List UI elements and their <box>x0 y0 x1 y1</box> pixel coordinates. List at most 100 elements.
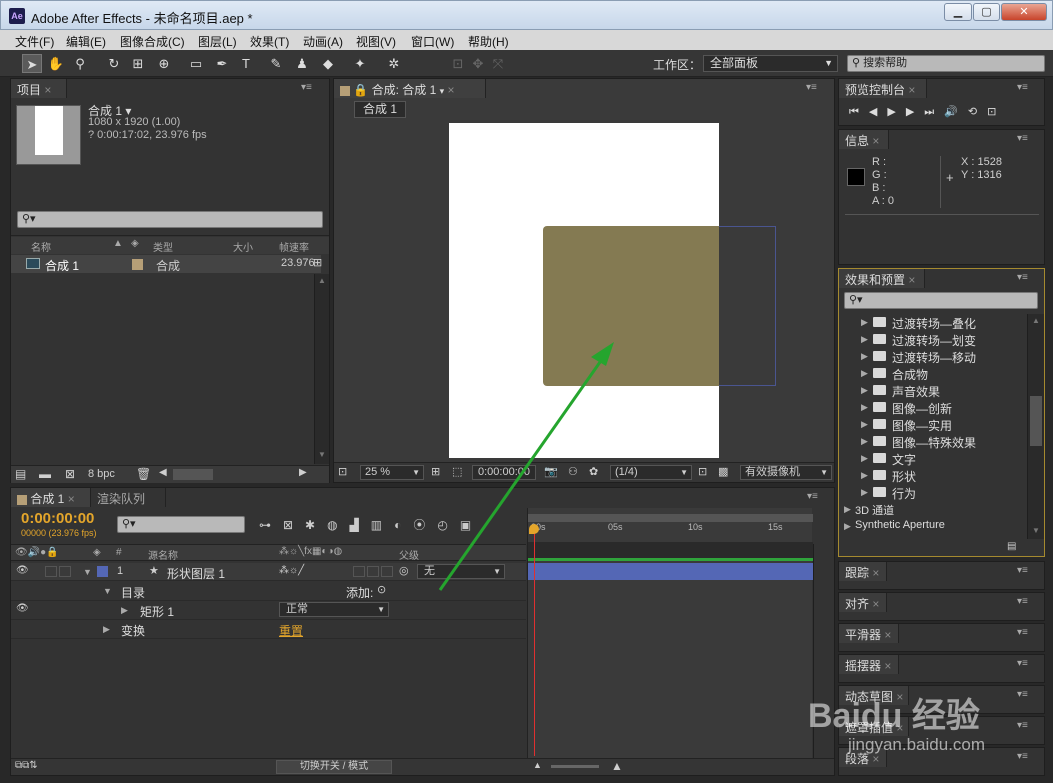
expand-arrow-icon[interactable]: ▶ <box>861 385 868 396</box>
effects-item[interactable]: ▶ 3D 通道 <box>839 501 1027 518</box>
menu-window[interactable]: 窗口(W) <box>411 33 454 50</box>
3d-toggle[interactable] <box>381 566 393 577</box>
rotate-tool-icon[interactable]: ↻ <box>104 54 124 73</box>
maximize-button[interactable]: ▢ <box>973 3 1000 21</box>
pen-tool-icon[interactable]: ✒ <box>212 54 232 73</box>
expand-arrow-icon[interactable]: ▶ <box>861 351 868 362</box>
expand-arrow-icon[interactable]: ▶ <box>861 436 868 447</box>
expand-arrow-icon[interactable]: ▶ <box>103 624 110 635</box>
av-features-icons[interactable]: 👁🔊●🔒 <box>15 547 59 558</box>
collapse-arrow-icon[interactable]: ▼ <box>103 586 112 596</box>
panel-menu-icon[interactable]: ▾≡ <box>1017 82 1028 93</box>
menu-view[interactable]: 视图(V) <box>356 33 396 50</box>
world-axis-icon[interactable]: ✥ <box>468 54 488 73</box>
tab-wiggler[interactable]: 摇摆器 × <box>839 655 899 674</box>
effects-item[interactable]: ▶ 过渡转场—叠化 <box>839 314 1027 331</box>
new-folder-icon[interactable]: ▬ <box>39 467 51 481</box>
eraser-tool-icon[interactable]: ◆ <box>318 54 338 73</box>
expand-arrow-icon[interactable]: ▶ <box>861 317 868 328</box>
zoom-slider[interactable] <box>551 765 599 768</box>
transform-row[interactable]: ▶ 变换 重置 <box>11 620 526 639</box>
layer-name[interactable]: 形状图层 1 <box>167 565 225 582</box>
panel-menu-icon[interactable]: ▾≡ <box>301 82 312 93</box>
scroll-right-icon[interactable]: ▶ <box>299 467 307 478</box>
label-color-swatch[interactable] <box>132 259 143 270</box>
adjustment-toggle[interactable] <box>367 566 379 577</box>
scroll-thumb[interactable] <box>1030 396 1042 446</box>
visibility-eye-icon[interactable]: 👁 <box>16 565 29 576</box>
column-parent[interactable]: 父级 <box>399 547 419 562</box>
mask-visibility-icon[interactable]: ⬚ <box>452 465 462 478</box>
zoom-tool-icon[interactable]: ⚲ <box>70 54 90 73</box>
toggle-switches-modes-button[interactable]: 切换开关 / 模式 <box>276 760 392 774</box>
rect-label[interactable]: 矩形 1 <box>140 603 174 620</box>
grid-icon[interactable]: ⊞ <box>431 465 440 478</box>
expand-arrow-icon[interactable]: ▶ <box>861 368 868 379</box>
parent-select[interactable]: 无 ▼ <box>417 564 505 579</box>
menu-layer[interactable]: 图层(L) <box>198 33 237 50</box>
region-of-interest-icon[interactable]: ⊡ <box>698 465 707 478</box>
effects-scrollbar[interactable]: ▲ ▼ <box>1027 314 1044 539</box>
transparency-grid-icon[interactable]: ▩ <box>718 465 728 478</box>
flowchart-icon[interactable]: ⊞ <box>313 256 322 269</box>
menu-edit[interactable]: 编辑(E) <box>66 33 106 50</box>
tab-preview[interactable]: 预览控制台 × <box>839 79 927 98</box>
column-source-name[interactable]: 源名称 <box>148 547 178 562</box>
zoom-select[interactable]: 25 % ▼ <box>360 465 424 480</box>
effects-item[interactable]: ▶ 过渡转场—划变 <box>839 331 1027 348</box>
tab-tracker[interactable]: 跟踪 × <box>839 562 887 581</box>
panel-menu-icon[interactable]: ▾≡ <box>1017 720 1028 731</box>
pan-behind-tool-icon[interactable]: ⊕ <box>154 54 174 73</box>
layer-row[interactable]: 👁 ▼ 1 ★ 形状图层 1 ⁂☼╱ ◎ 无 ▼ <box>11 563 526 581</box>
layer-switch-icons[interactable]: ⁂☼╱ <box>279 565 304 576</box>
timeline-graph[interactable]: 00s 05s 10s 15s <box>527 508 813 758</box>
hand-tool-icon[interactable]: ✋ <box>46 54 66 73</box>
effects-item[interactable]: ▶ 合成物 <box>839 365 1027 382</box>
expand-arrow-icon[interactable]: ▶ <box>861 334 868 345</box>
collapse-arrow-icon[interactable]: ▼ <box>83 567 92 577</box>
column-size[interactable]: 大小 <box>233 239 253 254</box>
expand-arrow-icon[interactable]: ▶ <box>861 419 868 430</box>
panel-menu-icon[interactable]: ▾≡ <box>1017 627 1028 638</box>
clone-stamp-tool-icon[interactable]: ♟ <box>292 54 312 73</box>
column-name[interactable]: 名称 <box>31 239 51 254</box>
workspace-select[interactable]: 全部面板 ▼ <box>703 55 838 72</box>
panel-menu-icon[interactable]: ▾≡ <box>1017 751 1028 762</box>
new-comp-icon[interactable]: ⊠ <box>65 467 75 481</box>
menu-animation[interactable]: 动画(A) <box>303 33 343 50</box>
pick-whip-icon[interactable]: ◎ <box>399 564 409 577</box>
rectangle-row[interactable]: 👁 ▶ 矩形 1 正常 ▼ <box>11 601 526 620</box>
panel-menu-icon[interactable]: ▾≡ <box>1017 565 1028 576</box>
layer-duration-bar[interactable] <box>528 563 813 580</box>
effects-item[interactable]: ▶ 图像—实用 <box>839 416 1027 433</box>
shape-layer-rect[interactable] <box>543 226 719 386</box>
snapshot-icon[interactable]: 📷 <box>544 465 558 478</box>
scroll-left-icon[interactable]: ◀ <box>159 467 167 478</box>
resolution-select[interactable]: (1/4) ▼ <box>610 465 692 480</box>
panel-menu-icon[interactable]: ▾≡ <box>806 82 817 93</box>
expand-arrow-icon[interactable]: ▶ <box>844 504 851 515</box>
effects-item[interactable]: ▶ 过渡转场—移动 <box>839 348 1027 365</box>
contents-row[interactable]: ▼ 目录 添加: ⊙ <box>11 582 526 601</box>
timeline-timecode[interactable]: 0:00:00:00 <box>21 510 94 527</box>
roto-brush-tool-icon[interactable]: ✦ <box>350 54 370 73</box>
label-tag-icon[interactable]: ◈ <box>93 547 101 558</box>
rectangle-tool-icon[interactable]: ▭ <box>186 54 206 73</box>
reset-link[interactable]: 重置 <box>279 622 303 639</box>
effects-search-input[interactable]: ⚲▾ <box>844 292 1038 309</box>
horizontal-scroll-thumb[interactable] <box>173 469 213 480</box>
solo-toggle[interactable] <box>45 566 57 577</box>
expand-arrow-icon[interactable]: ▶ <box>861 470 868 481</box>
work-area-bar[interactable] <box>528 514 813 522</box>
panel-menu-icon[interactable]: ▾≡ <box>1017 658 1028 669</box>
blend-mode-select[interactable]: 正常 ▼ <box>279 602 389 617</box>
comp-mini-flowchart-icon[interactable]: ⧉⧉⇅ <box>15 760 38 771</box>
timeline-switch-icons[interactable]: ⊶⊠✱◍▟▥◐⦿◴▣ <box>259 516 483 533</box>
playback-controls[interactable]: ⏮◀▶▶⏭🔊⟲⊡ <box>849 105 1006 119</box>
comp-subtab[interactable]: 合成 1 <box>354 101 406 118</box>
camera-select[interactable]: 有效摄像机 ▼ <box>740 465 832 480</box>
trash-icon[interactable]: 🗑 <box>136 467 151 481</box>
always-preview-icon[interactable]: ⊡ <box>338 465 347 478</box>
panel-menu-icon[interactable]: ▾≡ <box>1017 596 1028 607</box>
menu-effect[interactable]: 效果(T) <box>250 33 289 50</box>
